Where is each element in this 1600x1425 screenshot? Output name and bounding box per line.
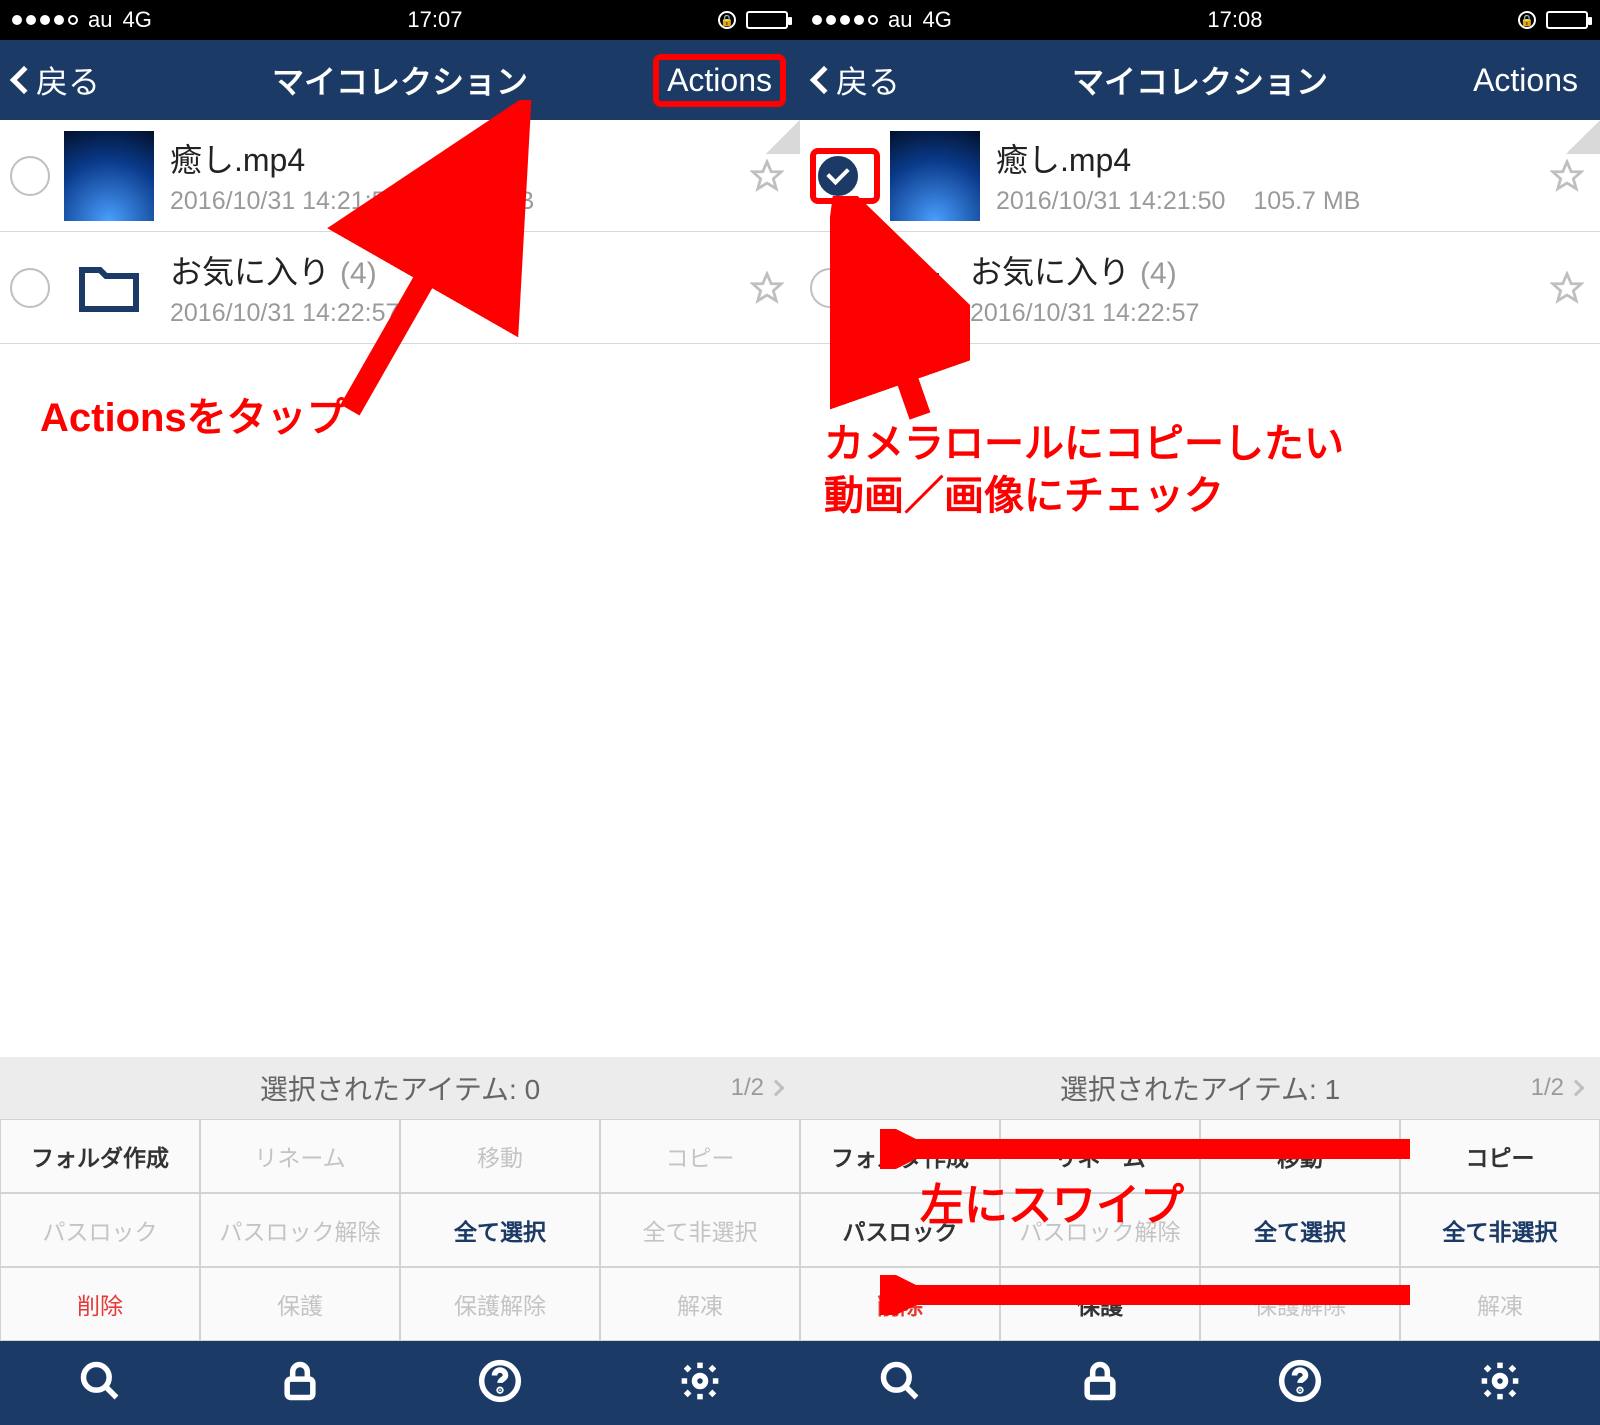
- checkbox-icon[interactable]: [818, 156, 858, 196]
- action-grid: フォルダ作成リネーム移動コピーパスロックパスロック解除全て選択全て非選択削除保護…: [0, 1119, 800, 1341]
- back-label: 戻る: [836, 57, 900, 103]
- action-cell[interactable]: 全て選択: [400, 1193, 600, 1267]
- star-icon[interactable]: [750, 159, 784, 193]
- action-cell[interactable]: 保護: [200, 1267, 400, 1341]
- action-cell[interactable]: 解凍: [600, 1267, 800, 1341]
- star-icon[interactable]: [1550, 271, 1584, 305]
- file-name: 癒し.mp4: [170, 135, 305, 181]
- file-name: 癒し.mp4: [996, 135, 1131, 181]
- help-tab[interactable]: [478, 1359, 522, 1408]
- action-cell[interactable]: 全て選択: [1200, 1193, 1400, 1267]
- clock-label: 17:08: [1207, 7, 1262, 33]
- action-cell[interactable]: リネーム: [200, 1119, 400, 1193]
- status-bar: au 4G 17:07 🔒: [0, 0, 800, 40]
- chevron-right-icon: [1568, 1080, 1585, 1097]
- action-cell[interactable]: コピー: [600, 1119, 800, 1193]
- signal-dots-icon: [12, 15, 78, 25]
- action-cell[interactable]: コピー: [1400, 1119, 1600, 1193]
- action-cell[interactable]: 削除: [0, 1267, 200, 1341]
- carrier-label: au: [888, 7, 912, 33]
- screen-left: au 4G 17:07 🔒 戻る マイコレクション Actions 癒し.mp4…: [0, 0, 800, 1425]
- checkbox-icon[interactable]: [10, 156, 50, 196]
- star-icon[interactable]: [1550, 159, 1584, 193]
- nav-bar: 戻る マイコレクション Actions: [800, 40, 1600, 120]
- selection-count-label: 選択されたアイテム: 0: [260, 1068, 540, 1108]
- battery-icon: [1546, 11, 1588, 29]
- status-bar: au 4G 17:08 🔒: [800, 0, 1600, 40]
- chevron-right-icon: [768, 1080, 785, 1097]
- selection-count-label: 選択されたアイテム: 1: [1060, 1068, 1340, 1108]
- help-tab[interactable]: [1278, 1359, 1322, 1408]
- action-cell[interactable]: 保護解除: [400, 1267, 600, 1341]
- star-icon[interactable]: [750, 271, 784, 305]
- tab-bar: [800, 1341, 1600, 1425]
- checkbox-icon[interactable]: [10, 268, 50, 308]
- arrow-icon: [880, 1129, 1420, 1169]
- lock-tab[interactable]: [278, 1359, 322, 1408]
- file-size: 105.7 MB: [1253, 187, 1360, 216]
- orientation-lock-icon: 🔒: [718, 11, 736, 29]
- video-thumbnail: [64, 131, 154, 221]
- search-tab[interactable]: [878, 1359, 922, 1408]
- settings-tab[interactable]: [678, 1359, 722, 1408]
- annotation-text: カメラロールにコピーしたい 動画／画像にチェック: [824, 418, 1344, 522]
- back-button[interactable]: 戻る: [814, 57, 900, 103]
- tab-bar: [0, 1341, 800, 1425]
- network-label: 4G: [922, 7, 951, 33]
- action-panel: 選択されたアイテム: 1 1/2 フォルダ作成リネーム移動コピーパスロックパスロ…: [800, 1057, 1600, 1341]
- search-tab[interactable]: [78, 1359, 122, 1408]
- file-name: お気に入り: [970, 247, 1130, 293]
- battery-icon: [746, 11, 788, 29]
- actions-button[interactable]: Actions: [1465, 60, 1586, 101]
- selection-count-bar: 選択されたアイテム: 1 1/2: [800, 1057, 1600, 1119]
- action-panel: 選択されたアイテム: 0 1/2 フォルダ作成リネーム移動コピーパスロックパスロ…: [0, 1057, 800, 1341]
- item-meta: 癒し.mp4 2016/10/31 14:21:50 105.7 MB: [996, 135, 1542, 216]
- settings-tab[interactable]: [1478, 1359, 1522, 1408]
- network-label: 4G: [122, 7, 151, 33]
- signal-dots-icon: [812, 15, 878, 25]
- orientation-lock-icon: 🔒: [1518, 11, 1536, 29]
- item-meta: お気に入り (4) 2016/10/31 14:22:57: [970, 247, 1542, 328]
- action-cell[interactable]: 全て非選択: [1400, 1193, 1600, 1267]
- file-date: 2016/10/31 14:21:50: [996, 187, 1225, 216]
- selection-count-bar: 選択されたアイテム: 0 1/2: [0, 1057, 800, 1119]
- arrow-icon: [320, 100, 580, 420]
- carrier-label: au: [88, 7, 112, 33]
- folder-icon: [64, 243, 154, 333]
- page-indicator[interactable]: 1/2: [731, 1074, 782, 1102]
- arrow-icon: [830, 196, 970, 426]
- chevron-left-icon: [10, 66, 38, 94]
- file-date: 2016/10/31 14:22:57: [970, 299, 1199, 328]
- screen-right: au 4G 17:08 🔒 戻る マイコレクション Actions 癒し.mp4…: [800, 0, 1600, 1425]
- chevron-left-icon: [810, 66, 838, 94]
- annotation-text: 左にスワイプ: [920, 1177, 1184, 1234]
- file-name: お気に入り: [170, 247, 330, 293]
- action-cell[interactable]: 解凍: [1400, 1267, 1600, 1341]
- lock-tab[interactable]: [1078, 1359, 1122, 1408]
- action-cell[interactable]: フォルダ作成: [0, 1119, 200, 1193]
- actions-button[interactable]: Actions: [653, 54, 786, 107]
- folder-count: (4): [1140, 257, 1177, 291]
- action-cell[interactable]: パスロック解除: [200, 1193, 400, 1267]
- arrow-icon: [880, 1275, 1420, 1315]
- annotation-text: Actionsをタップ: [40, 392, 347, 444]
- back-label: 戻る: [36, 57, 100, 103]
- action-cell[interactable]: 移動: [400, 1119, 600, 1193]
- clock-label: 17:07: [407, 7, 462, 33]
- dogear-icon: [766, 120, 800, 154]
- dogear-icon: [1566, 120, 1600, 154]
- action-cell[interactable]: パスロック: [0, 1193, 200, 1267]
- back-button[interactable]: 戻る: [14, 57, 100, 103]
- action-cell[interactable]: 全て非選択: [600, 1193, 800, 1267]
- page-indicator[interactable]: 1/2: [1531, 1074, 1582, 1102]
